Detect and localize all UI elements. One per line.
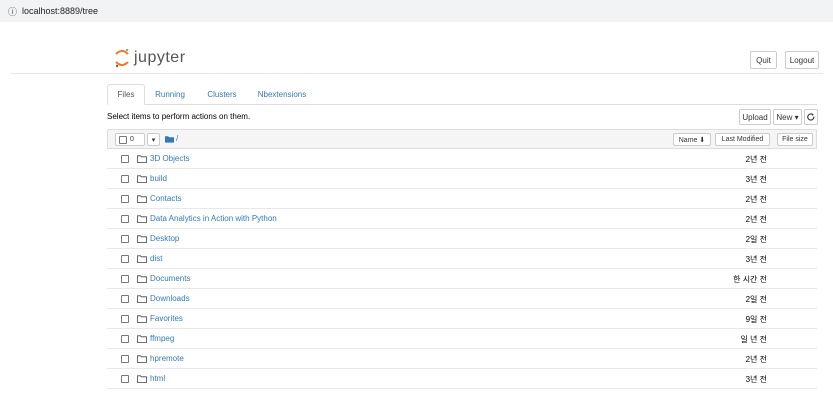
folder-outline-icon	[137, 315, 147, 323]
row-checkbox[interactable]	[121, 195, 129, 203]
folder-outline-icon	[137, 275, 147, 283]
list-item[interactable]: Downloads 2일 전	[107, 289, 817, 309]
selection-dropdown-button[interactable]: ▾	[147, 133, 160, 146]
item-name-link[interactable]: html	[150, 374, 165, 383]
item-name-link[interactable]: ffmpeg	[150, 334, 174, 343]
row-checkbox[interactable]	[121, 275, 129, 283]
row-checkbox[interactable]	[121, 295, 129, 303]
refresh-icon	[807, 113, 815, 121]
list-item[interactable]: Desktop 2일 전	[107, 229, 817, 249]
folder-outline-icon	[137, 255, 147, 263]
url-text[interactable]: localhost:8889/tree	[22, 6, 98, 16]
item-name-link[interactable]: Favorites	[150, 314, 183, 323]
tab-files[interactable]: Files	[107, 84, 145, 105]
item-last-modified: 일 년 전	[740, 335, 767, 344]
folder-outline-icon	[137, 295, 147, 303]
item-name-link[interactable]: Contacts	[150, 194, 182, 203]
sort-by-last-modified-button[interactable]: Last Modified	[715, 133, 770, 146]
list-item[interactable]: hpremote 2년 전	[107, 349, 817, 369]
item-last-modified: 2일 전	[745, 235, 767, 244]
row-checkbox[interactable]	[121, 155, 129, 163]
item-last-modified: 한 시간 전	[733, 275, 767, 284]
row-checkbox[interactable]	[121, 215, 129, 223]
folder-outline-icon	[137, 155, 147, 163]
item-name-link[interactable]: 3D Objects	[150, 154, 190, 163]
logout-button[interactable]: Logout	[785, 51, 819, 69]
list-item[interactable]: build 3년 전	[107, 169, 817, 189]
folder-outline-icon	[137, 175, 147, 183]
item-last-modified: 2년 전	[745, 355, 767, 364]
quit-button[interactable]: Quit	[750, 51, 777, 69]
tab-bar: Files Running Clusters Nbextensions	[107, 84, 817, 105]
info-icon[interactable]: ⓘ	[8, 5, 17, 18]
logo-text: jupyter	[134, 49, 186, 66]
folder-outline-icon	[137, 215, 147, 223]
folder-icon[interactable]	[165, 135, 174, 143]
list-item[interactable]: dist 3년 전	[107, 249, 817, 269]
item-name-link[interactable]: Desktop	[150, 234, 179, 243]
row-checkbox[interactable]	[121, 315, 129, 323]
list-item[interactable]: html 3년 전	[107, 369, 817, 389]
item-last-modified: 3년 전	[745, 375, 767, 384]
row-checkbox[interactable]	[121, 235, 129, 243]
item-name-link[interactable]: build	[150, 174, 167, 183]
folder-outline-icon	[137, 195, 147, 203]
header-divider	[10, 73, 823, 74]
list-item[interactable]: Documents 한 시간 전	[107, 269, 817, 289]
list-item[interactable]: 3D Objects 2년 전	[107, 149, 817, 169]
item-last-modified: 3년 전	[745, 175, 767, 184]
row-checkbox[interactable]	[121, 175, 129, 183]
row-checkbox[interactable]	[121, 255, 129, 263]
folder-outline-icon	[137, 375, 147, 383]
file-list-header: 0 ▾ / Name ⬇ Last Modified File size	[107, 129, 817, 149]
tab-running[interactable]: Running	[149, 84, 191, 104]
sort-by-name-button[interactable]: Name ⬇	[673, 133, 711, 146]
folder-outline-icon	[137, 355, 147, 363]
list-item[interactable]: Data Analytics in Action with Python 2년 …	[107, 209, 817, 229]
row-checkbox[interactable]	[121, 335, 129, 343]
select-all-control[interactable]: 0	[115, 133, 145, 146]
list-item[interactable]: Contacts 2년 전	[107, 189, 817, 209]
tab-clusters[interactable]: Clusters	[199, 84, 245, 104]
select-instructions: Select items to perform actions on them.	[107, 112, 251, 121]
list-item[interactable]: Favorites 9일 전	[107, 309, 817, 329]
item-name-link[interactable]: Data Analytics in Action with Python	[150, 214, 277, 223]
refresh-button[interactable]	[804, 109, 818, 125]
breadcrumb-root[interactable]: /	[176, 134, 178, 143]
row-checkbox[interactable]	[121, 375, 129, 383]
tab-nbextensions[interactable]: Nbextensions	[252, 84, 312, 104]
upload-button[interactable]: Upload	[739, 109, 771, 125]
row-checkbox[interactable]	[121, 355, 129, 363]
item-last-modified: 2일 전	[745, 295, 767, 304]
item-name-link[interactable]: Documents	[150, 274, 190, 283]
jupyter-logo[interactable]: jupyter	[114, 48, 186, 68]
sort-by-file-size-button[interactable]: File size	[777, 133, 813, 146]
browser-address-bar[interactable]: ⓘ localhost:8889/tree	[0, 0, 833, 22]
select-all-checkbox[interactable]	[119, 135, 127, 144]
item-last-modified: 9일 전	[745, 315, 767, 324]
item-last-modified: 3년 전	[745, 255, 767, 264]
item-last-modified: 2년 전	[745, 195, 767, 204]
item-name-link[interactable]: hpremote	[150, 354, 184, 363]
list-item[interactable]: ffmpeg 일 년 전	[107, 329, 817, 349]
jupyter-logo-icon	[115, 48, 129, 68]
item-last-modified: 2년 전	[745, 155, 767, 164]
item-name-link[interactable]: dist	[150, 254, 162, 263]
new-dropdown-button[interactable]: New ▾	[773, 109, 802, 125]
selected-count: 0	[130, 136, 134, 143]
item-last-modified: 2년 전	[745, 215, 767, 224]
chevron-down-icon: ▾	[151, 136, 156, 144]
item-name-link[interactable]: Downloads	[150, 294, 190, 303]
folder-outline-icon	[137, 335, 147, 343]
folder-outline-icon	[137, 235, 147, 243]
